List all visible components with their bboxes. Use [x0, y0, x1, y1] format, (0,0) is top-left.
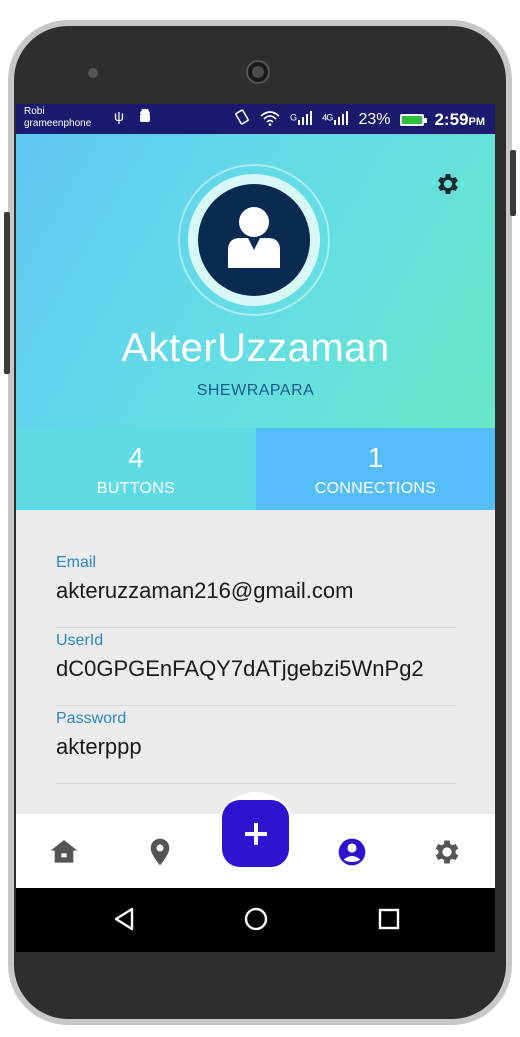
add-button[interactable]	[222, 800, 289, 867]
email-row: Email akteruzzaman216@gmail.com	[56, 550, 456, 628]
avatar[interactable]	[198, 184, 310, 296]
account-circle-icon[interactable]	[336, 836, 368, 868]
carrier-name: Robi	[24, 106, 45, 117]
clock-suffix: PM	[468, 115, 486, 128]
recents-icon[interactable]	[374, 904, 404, 934]
android-icon	[138, 108, 152, 127]
carrier-name-secondary: grameenphone	[24, 118, 92, 129]
profile-name: AkterUzzaman	[121, 326, 390, 370]
connections-label: CONNECTIONS	[314, 480, 437, 497]
profile-info-list: Email akteruzzaman216@gmail.com UserId d…	[56, 550, 456, 784]
notification-icons: ψ	[114, 108, 152, 127]
settings-gear-icon[interactable]	[434, 170, 462, 198]
userid-value: dC0GPGEnFAQY7dATjgebzi5WnPg2	[56, 656, 424, 681]
carrier-label: Robi grameenphone	[24, 106, 91, 130]
userid-label: UserId	[56, 632, 104, 649]
connections-stat[interactable]: 1 CONNECTIONS	[256, 428, 495, 510]
screen: Robi grameenphone ψ G 4G 23% 2:59PM Akte…	[16, 104, 495, 952]
user-icon	[228, 207, 280, 268]
signal-icon: G	[289, 111, 313, 128]
connections-count: 1	[367, 442, 384, 473]
profile-header: AkterUzzaman SHEWRAPARA	[16, 134, 495, 428]
home-circle-icon[interactable]	[241, 904, 271, 934]
userid-row: UserId dC0GPGEnFAQY7dATjgebzi5WnPg2	[56, 628, 456, 706]
system-navigation-bar	[16, 888, 495, 952]
password-label: Password	[56, 710, 127, 727]
email-label: Email	[56, 554, 97, 571]
system-status: G 4G 23% 2:59PM	[234, 109, 485, 130]
back-icon[interactable]	[110, 904, 140, 934]
power-button	[510, 150, 516, 216]
home-icon[interactable]	[48, 836, 80, 868]
clock: 2:59PM	[434, 110, 485, 130]
password-row: Password akterppp	[56, 706, 456, 784]
sensor-dot	[88, 68, 98, 78]
buttons-label: BUTTONS	[96, 480, 176, 497]
password-value: akterppp	[56, 734, 142, 759]
settings-gear-icon[interactable]	[431, 836, 463, 868]
buttons-count: 4	[128, 442, 144, 473]
plus-icon	[244, 822, 267, 845]
profile-location: SHEWRAPARA	[196, 382, 315, 399]
front-camera	[246, 60, 270, 84]
location-pin-icon[interactable]	[144, 836, 176, 868]
email-value: akteruzzaman216@gmail.com	[56, 578, 354, 603]
rotate-icon	[234, 109, 250, 130]
clock-time: 2:59	[434, 109, 469, 129]
volume-button	[4, 212, 10, 374]
usb-icon: ψ	[114, 108, 124, 124]
battery-percentage: 23%	[358, 110, 391, 128]
network-type: G	[289, 112, 297, 123]
buttons-stat[interactable]: 4 BUTTONS	[16, 428, 256, 510]
network-type-secondary: 4G	[322, 112, 333, 123]
battery-icon	[400, 113, 428, 126]
status-bar: Robi grameenphone ψ G 4G 23% 2:59PM	[16, 104, 495, 134]
signal-icon-secondary: 4G	[322, 111, 349, 128]
wifi-icon	[260, 110, 280, 130]
